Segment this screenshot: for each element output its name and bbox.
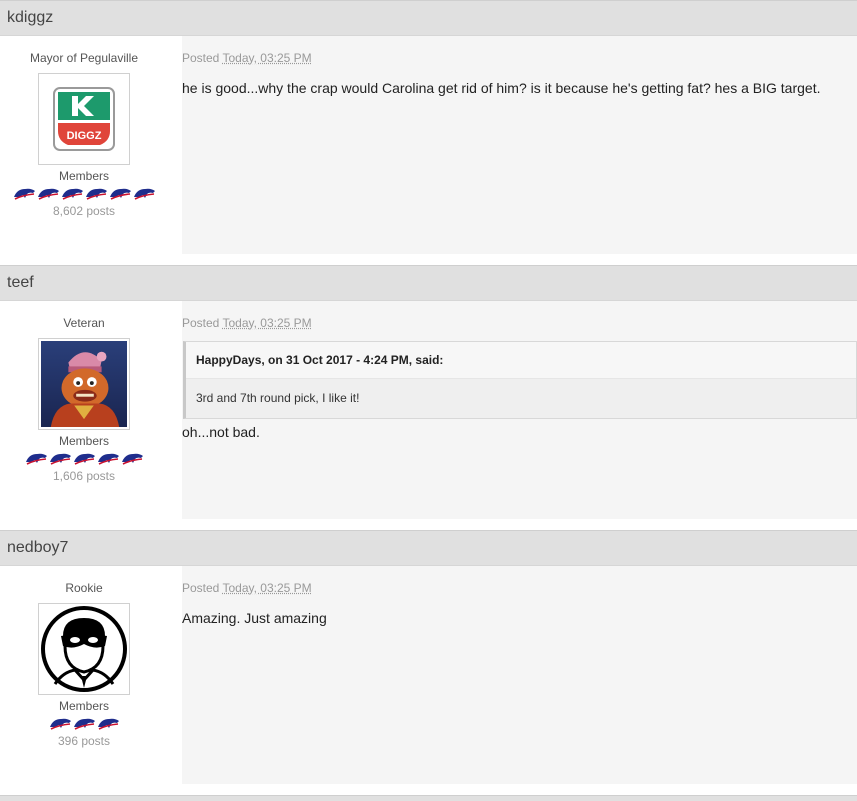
- buffalo-pip-icon: [97, 450, 120, 466]
- post-body: Mayor of Pegulaville DIGGZ Members 8,602…: [0, 36, 857, 254]
- avatar[interactable]: [38, 603, 130, 695]
- buffalo-pip-icon: [25, 450, 48, 466]
- buffalo-pip-icon: [97, 715, 120, 731]
- posted-label: Posted: [182, 51, 219, 65]
- author-info: Veteran Members 1,606 posts: [0, 301, 168, 519]
- avatar[interactable]: [38, 338, 130, 430]
- post-count: 1,606 posts: [0, 469, 168, 483]
- post-message: he is good...why the crap would Carolina…: [182, 79, 857, 97]
- avatar[interactable]: DIGGZ: [38, 73, 130, 165]
- posted-date: Posted Today, 03:25 PM: [182, 51, 857, 66]
- username-link[interactable]: nedboy7: [7, 539, 68, 557]
- reputation-pips: [0, 185, 168, 201]
- post-message: oh...not bad.: [182, 423, 857, 441]
- post: kdiggz Mayor of Pegulaville DIGGZ Member…: [0, 0, 857, 265]
- buffalo-pip-icon: [133, 185, 156, 201]
- buffalo-pip-icon: [85, 185, 108, 201]
- posted-label: Posted: [182, 316, 219, 330]
- post-content: Posted Today, 03:25 PM Amazing. Just ama…: [182, 566, 857, 784]
- buffalo-pip-icon: [61, 185, 84, 201]
- post: nedboy7 Rookie Members 396 posts Posted …: [0, 530, 857, 795]
- username-link[interactable]: kdiggz: [7, 9, 53, 27]
- post-timestamp-link[interactable]: Today, 03:25 PM: [222, 316, 311, 330]
- buffalo-pip-icon: [109, 185, 132, 201]
- username-link[interactable]: teef: [7, 274, 34, 292]
- post-content: Posted Today, 03:25 PM HappyDays, on 31 …: [182, 301, 857, 519]
- quote-citation[interactable]: HappyDays, on 31 Oct 2017 - 4:24 PM, sai…: [186, 342, 856, 379]
- next-post-header: [0, 795, 857, 801]
- post-header: nedboy7: [0, 530, 857, 566]
- post-body: Veteran Members 1,606 posts Posted Today…: [0, 301, 857, 519]
- reputation-pips: [0, 715, 168, 731]
- post-timestamp-link[interactable]: Today, 03:25 PM: [222, 51, 311, 65]
- post-message: Amazing. Just amazing: [182, 609, 857, 627]
- posted-date: Posted Today, 03:25 PM: [182, 316, 857, 331]
- buffalo-pip-icon: [73, 715, 96, 731]
- post-header: kdiggz: [0, 0, 857, 36]
- post-count: 8,602 posts: [0, 204, 168, 218]
- author-info: Mayor of Pegulaville DIGGZ Members 8,602…: [0, 36, 168, 254]
- quote-block: HappyDays, on 31 Oct 2017 - 4:24 PM, sai…: [183, 341, 857, 419]
- member-group: Members: [0, 435, 168, 448]
- masked-face-avatar-icon: [41, 606, 127, 692]
- member-title: Mayor of Pegulaville: [0, 51, 168, 66]
- posted-date: Posted Today, 03:25 PM: [182, 581, 857, 596]
- post-count: 396 posts: [0, 734, 168, 748]
- member-group: Members: [0, 170, 168, 183]
- member-group: Members: [0, 700, 168, 713]
- post: teef Veteran Members 1,606 posts Posted …: [0, 265, 857, 530]
- muppet-avatar-icon: [41, 340, 127, 428]
- svg-text:DIGGZ: DIGGZ: [67, 130, 102, 142]
- buffalo-pip-icon: [49, 715, 72, 731]
- buffalo-pip-icon: [121, 450, 144, 466]
- buffalo-pip-icon: [13, 185, 36, 201]
- buffalo-pip-icon: [49, 450, 72, 466]
- kdiggz-logo-icon: DIGGZ: [53, 87, 115, 151]
- posted-label: Posted: [182, 581, 219, 595]
- post-body: Rookie Members 396 posts Posted Today, 0…: [0, 566, 857, 784]
- reputation-pips: [0, 450, 168, 466]
- post-header: teef: [0, 265, 857, 301]
- member-title: Veteran: [0, 316, 168, 331]
- post-timestamp-link[interactable]: Today, 03:25 PM: [222, 581, 311, 595]
- buffalo-pip-icon: [73, 450, 96, 466]
- buffalo-pip-icon: [37, 185, 60, 201]
- post-content: Posted Today, 03:25 PM he is good...why …: [182, 36, 857, 254]
- member-title: Rookie: [0, 581, 168, 596]
- quote-text: 3rd and 7th round pick, I like it!: [186, 379, 856, 418]
- author-info: Rookie Members 396 posts: [0, 566, 168, 784]
